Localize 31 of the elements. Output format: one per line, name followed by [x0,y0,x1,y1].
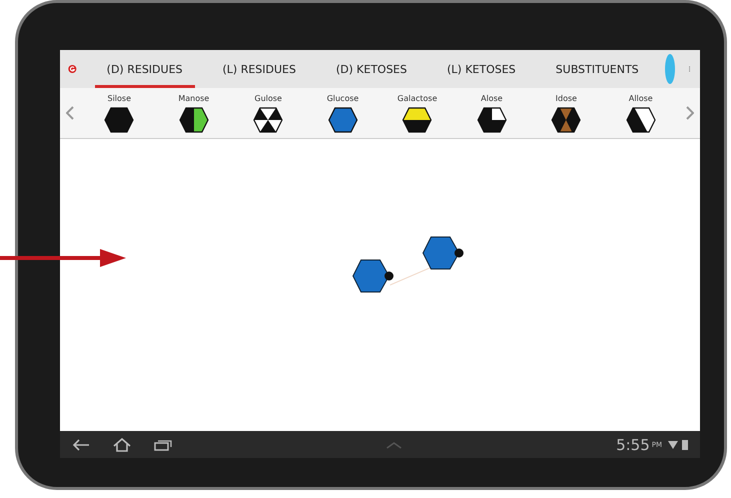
recent-apps-icon[interactable] [154,438,172,450]
battery-icon [682,439,688,450]
tab[interactable]: (D) KETOSES [324,50,419,88]
clock-time: 5:55 [616,436,650,454]
residue-name: Glucose [326,94,359,102]
residue-item[interactable]: Gulose [231,94,306,132]
residue-item[interactable]: Glucose [306,94,380,132]
residue-name: Idose [556,94,577,102]
home-icon[interactable] [112,438,132,452]
residue-item[interactable]: Allose [604,94,678,132]
residue-item[interactable]: Galactose [380,94,454,132]
tab[interactable]: (L) RESIDUES [210,50,308,88]
residue-name: Allose [628,94,653,102]
chevron-right-icon[interactable] [686,106,694,120]
tab[interactable]: SUBSTITUENTS [544,50,651,88]
residue-item[interactable]: Idose [529,94,604,132]
tab[interactable]: (L) KETOSES [435,50,528,88]
link-line [390,266,432,286]
residue-name: Gulose [254,94,282,102]
residue-name: Silose [107,94,131,102]
residue-item[interactable]: Manose [156,94,231,132]
residue-item[interactable]: Alose [454,94,529,132]
wifi-icon [668,440,678,450]
residue-node[interactable] [422,236,464,270]
residue-item[interactable]: Silose [82,94,156,132]
residue-node[interactable] [352,259,394,293]
chevron-left-icon[interactable] [66,106,74,120]
residue-name: Alose [480,94,503,102]
residue-name: Manose [178,94,210,102]
back-arrow-icon[interactable] [72,438,90,450]
residue-name: Galactose [397,94,438,102]
